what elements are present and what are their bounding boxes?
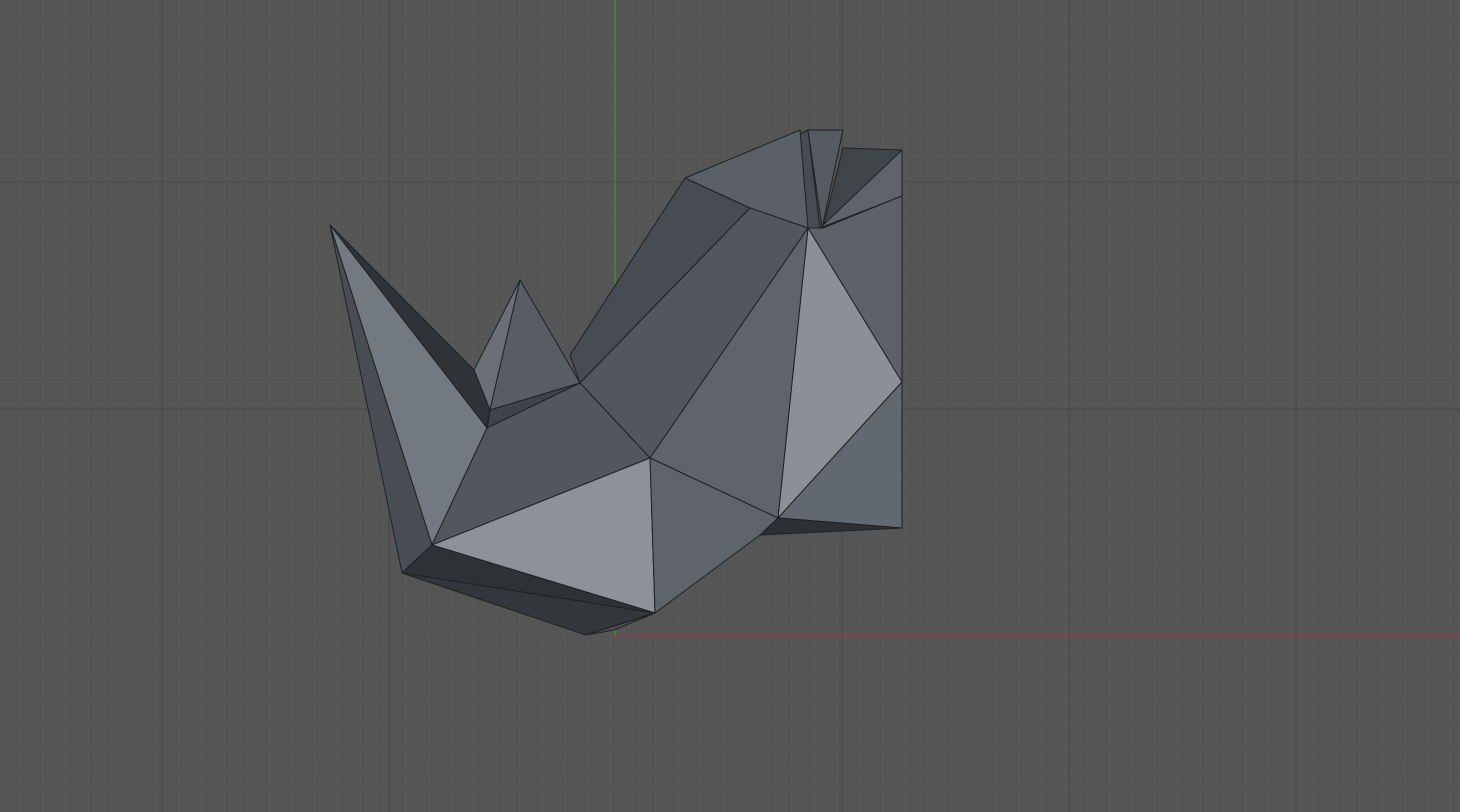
viewport-scene[interactable] bbox=[0, 0, 1460, 812]
3d-viewport[interactable] bbox=[0, 0, 1460, 812]
